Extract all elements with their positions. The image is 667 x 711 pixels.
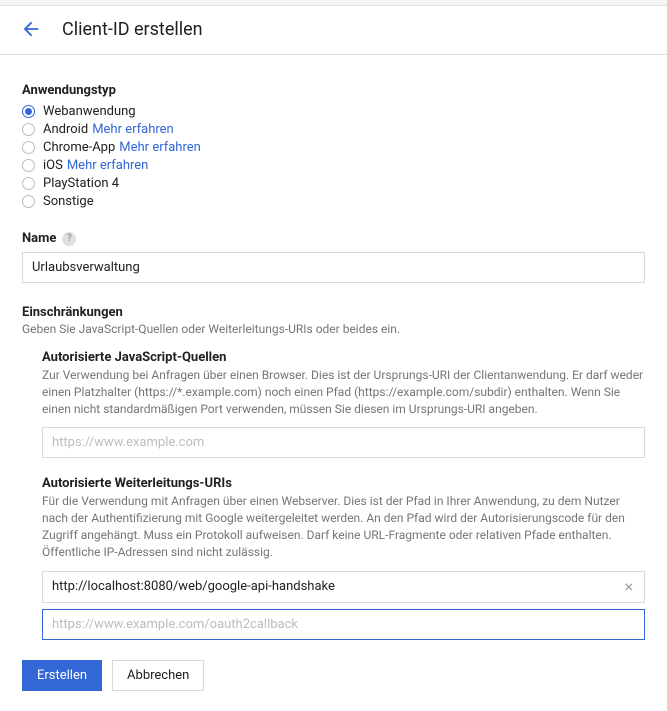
- app-type-radio-group: Webanwendung Android Mehr erfahren Chrom…: [22, 104, 645, 209]
- js-origins-input[interactable]: [42, 427, 645, 458]
- name-label-row: Name ?: [22, 231, 645, 246]
- radio-icon: [22, 159, 35, 172]
- help-icon[interactable]: ?: [62, 232, 76, 246]
- radio-label: Sonstige: [43, 194, 94, 209]
- page-title: Client-ID erstellen: [62, 19, 203, 40]
- radio-label: Chrome-App: [43, 140, 115, 155]
- radio-chrome-app[interactable]: Chrome-App Mehr erfahren: [22, 140, 645, 155]
- redirect-uris-input[interactable]: [42, 609, 645, 640]
- restrictions-help: Geben Sie JavaScript-Quellen oder Weiter…: [22, 322, 645, 336]
- cancel-button[interactable]: Abbrechen: [112, 660, 204, 691]
- header: Client-ID erstellen: [0, 6, 667, 55]
- radio-icon: [22, 141, 35, 154]
- redirect-uris-title: Autorisierte Weiterleitungs-URIs: [42, 476, 645, 491]
- learn-more-link[interactable]: Mehr erfahren: [119, 140, 201, 155]
- radio-icon: [22, 123, 35, 136]
- redirect-uris-help: Für die Verwendung mit Anfragen über ein…: [42, 493, 645, 560]
- redirect-uri-value: http://localhost:8080/web/google-api-han…: [52, 579, 622, 594]
- radio-label: PlayStation 4: [43, 176, 119, 191]
- content: Anwendungstyp Webanwendung Android Mehr …: [0, 55, 667, 711]
- close-icon[interactable]: ×: [622, 579, 635, 595]
- radio-ios[interactable]: iOS Mehr erfahren: [22, 158, 645, 173]
- radio-playstation4[interactable]: PlayStation 4: [22, 176, 645, 191]
- redirect-uri-entry: http://localhost:8080/web/google-api-han…: [42, 571, 645, 603]
- restrictions-title: Einschränkungen: [22, 305, 645, 320]
- radio-icon: [22, 177, 35, 190]
- radio-label: iOS: [43, 158, 63, 173]
- js-origins-title: Autorisierte JavaScript-Quellen: [42, 350, 645, 365]
- redirect-uris-block: Autorisierte Weiterleitungs-URIs Für die…: [42, 476, 645, 639]
- js-origins-help: Zur Verwendung bei Anfragen über einen B…: [42, 367, 645, 417]
- radio-sonstige[interactable]: Sonstige: [22, 194, 645, 209]
- radio-icon: [22, 195, 35, 208]
- app-type-label: Anwendungstyp: [22, 83, 645, 98]
- radio-android[interactable]: Android Mehr erfahren: [22, 122, 645, 137]
- learn-more-link[interactable]: Mehr erfahren: [92, 122, 174, 137]
- name-label: Name: [22, 231, 56, 246]
- learn-more-link[interactable]: Mehr erfahren: [67, 158, 149, 173]
- js-origins-block: Autorisierte JavaScript-Quellen Zur Verw…: [42, 350, 645, 458]
- radio-webanwendung[interactable]: Webanwendung: [22, 104, 645, 119]
- create-button[interactable]: Erstellen: [22, 660, 102, 691]
- back-arrow-icon[interactable]: [20, 18, 42, 40]
- radio-label: Webanwendung: [43, 104, 136, 119]
- button-row: Erstellen Abbrechen: [22, 660, 645, 691]
- name-input[interactable]: [22, 252, 645, 283]
- radio-icon: [22, 105, 35, 118]
- radio-label: Android: [43, 122, 88, 137]
